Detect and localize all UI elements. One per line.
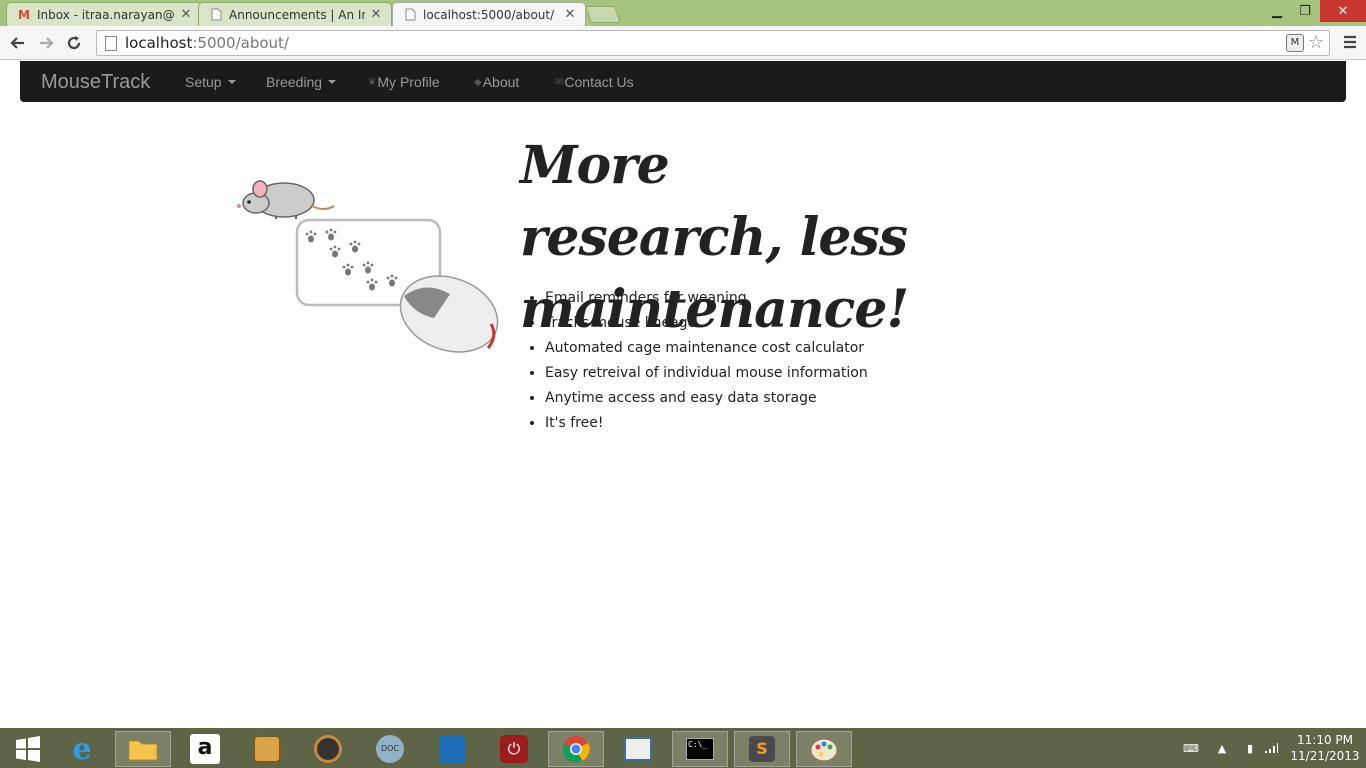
forward-button[interactable] xyxy=(34,31,58,55)
terminal-icon: C:\_ xyxy=(686,738,714,760)
reload-icon xyxy=(67,36,81,50)
taskbar-command-prompt[interactable]: C:\_ xyxy=(672,731,728,767)
browser-toolbar: localhost:5000/about/ M ☆ xyxy=(0,26,1366,60)
reload-button[interactable] xyxy=(62,31,86,55)
amazon-icon: a xyxy=(190,734,220,764)
taskbar-amazon[interactable]: a xyxy=(177,731,233,767)
tab-about-active[interactable]: localhost:5000/about/ ✕ xyxy=(392,2,586,26)
nav-contact-us[interactable]: ✉ Contact Us xyxy=(555,74,634,90)
folder-icon xyxy=(128,740,158,761)
taskbar-sublime-text[interactable]: S xyxy=(734,731,790,767)
caret-down-icon xyxy=(227,80,236,84)
speaker-icon xyxy=(314,735,342,763)
clock-date: 11/21/2013 xyxy=(1290,749,1360,763)
nav-label: My Profile xyxy=(377,74,440,90)
tab-gmail-inbox[interactable]: M Inbox - itraa.narayan@gm ✕ xyxy=(6,2,202,26)
taskbar-shutdown[interactable]: ⏻ xyxy=(486,731,542,767)
feature-list: Email reminders for weaning Tracks mouse… xyxy=(545,286,868,436)
internet-explorer-icon: e xyxy=(72,731,92,767)
system-clock[interactable]: 11:10 PM 11/21/2013 xyxy=(1290,732,1360,764)
url-path: :5000/about/ xyxy=(192,34,289,52)
feature-item: Tracks mouse lineage xyxy=(545,311,868,336)
taskbar-news[interactable] xyxy=(610,731,666,767)
page-icon xyxy=(403,8,417,22)
tab-announcements[interactable]: Announcements | An Intro ✕ xyxy=(198,2,392,26)
tag-icon: ◆ xyxy=(474,76,482,88)
start-button[interactable] xyxy=(0,731,56,767)
power-icon: ⏻ xyxy=(500,735,528,763)
nav-my-profile[interactable]: ❦ My Profile xyxy=(368,74,440,90)
taskbar-internet-explorer[interactable]: e xyxy=(54,731,110,767)
nav-label: Contact Us xyxy=(564,74,634,90)
feature-item: Automated cage maintenance cost calculat… xyxy=(545,336,868,361)
taskbar-doc[interactable]: DOC xyxy=(362,731,418,767)
page-icon xyxy=(209,8,223,22)
mouse-and-pawprints-illustration xyxy=(237,180,499,353)
tab-strip: M Inbox - itraa.narayan@gm ✕ Announcemen… xyxy=(0,0,1366,26)
chrome-icon xyxy=(562,736,590,763)
close-tab-icon[interactable]: ✕ xyxy=(179,7,193,22)
touch-keyboard-icon[interactable]: ⌨ xyxy=(1176,728,1206,768)
sublime-text-icon: S xyxy=(749,736,775,762)
nav-setup-dropdown[interactable]: Setup xyxy=(185,74,236,90)
extension-icon[interactable]: M xyxy=(1286,34,1304,52)
feature-item: It's free! xyxy=(545,411,868,436)
tab-title: Inbox - itraa.narayan@gm xyxy=(37,7,175,22)
brand-logo[interactable]: MouseTrack xyxy=(41,71,150,94)
caret-down-icon xyxy=(328,80,337,84)
back-arrow-icon xyxy=(10,37,24,49)
url-host: localhost xyxy=(125,34,193,52)
menu-icon xyxy=(1344,35,1356,49)
camera-icon xyxy=(253,735,281,763)
minimize-button[interactable]: ▁ xyxy=(1262,0,1292,22)
nav-label: Breeding xyxy=(266,74,323,90)
address-bar[interactable]: localhost:5000/about/ xyxy=(96,30,1330,56)
new-tab-button[interactable] xyxy=(584,6,622,23)
leaf-icon: ❦ xyxy=(368,76,377,88)
tab-title: Announcements | An Intro xyxy=(229,7,365,22)
rodent-icon xyxy=(237,180,335,219)
restore-button[interactable]: ❐ xyxy=(1290,0,1320,22)
windows-logo-icon xyxy=(16,736,40,762)
envelope-icon: ✉ xyxy=(555,76,564,88)
network-signal-icon[interactable] xyxy=(1262,728,1280,768)
news-reader-icon xyxy=(624,737,652,761)
clock-time: 11:10 PM xyxy=(1297,733,1353,747)
nav-breeding-dropdown[interactable]: Breeding xyxy=(266,74,337,90)
taskbar: e a DOC ⏻ C:\_ S ⌨ ▲ ▮ 11:10 PM 11/21/20… xyxy=(0,728,1366,768)
taskbar-settings-app[interactable] xyxy=(424,731,480,767)
chrome-menu-button[interactable] xyxy=(1342,34,1358,50)
close-window-button[interactable]: ✕ xyxy=(1320,0,1366,22)
paint-palette-icon xyxy=(810,738,838,762)
document-icon: DOC xyxy=(376,735,404,763)
taskbar-file-explorer[interactable] xyxy=(115,731,171,767)
bookmark-star-icon[interactable]: ☆ xyxy=(1308,32,1324,53)
taskbar-chrome[interactable] xyxy=(548,731,604,767)
taskbar-paint[interactable] xyxy=(796,731,852,767)
feature-item: Anytime access and easy data storage xyxy=(545,386,868,411)
forward-arrow-icon xyxy=(40,37,54,49)
close-tab-icon[interactable]: ✕ xyxy=(369,7,383,22)
page-icon xyxy=(105,35,117,51)
gmail-icon: M xyxy=(18,7,30,22)
feature-item: Easy retreival of individual mouse infor… xyxy=(545,361,868,386)
battery-icon[interactable]: ▮ xyxy=(1242,728,1258,768)
feature-item: Email reminders for weaning xyxy=(545,286,868,311)
taskbar-app-photo[interactable] xyxy=(239,731,295,767)
back-button[interactable] xyxy=(6,31,30,55)
nav-label: Setup xyxy=(185,74,222,90)
tab-title: localhost:5000/about/ xyxy=(423,7,555,22)
close-tab-icon[interactable]: ✕ xyxy=(563,7,577,22)
show-hidden-icons-button[interactable]: ▲ xyxy=(1214,728,1230,768)
nav-about[interactable]: ◆ About xyxy=(474,74,519,90)
site-navbar: MouseTrack Setup Breeding ❦ My Profile ◆ A… xyxy=(20,61,1346,102)
nav-label: About xyxy=(482,74,520,90)
settings-app-icon xyxy=(439,735,465,763)
taskbar-speaker[interactable] xyxy=(300,731,356,767)
